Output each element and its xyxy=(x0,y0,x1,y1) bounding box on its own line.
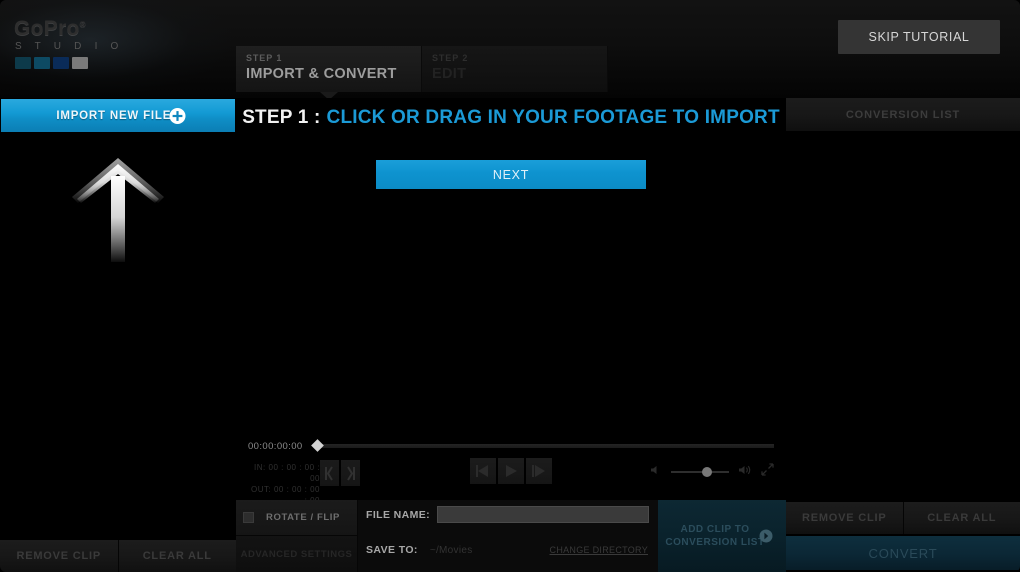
import-new-files-button[interactable]: IMPORT NEW FILES xyxy=(1,99,235,132)
arrow-right-circle-icon xyxy=(759,529,773,543)
next-button[interactable]: NEXT xyxy=(376,160,646,189)
logo-gopro-text: GoPro® xyxy=(14,17,86,40)
logo-swatch-3 xyxy=(53,57,69,69)
tab-step-1-import-convert[interactable]: STEP 1 IMPORT & CONVERT xyxy=(236,46,422,100)
clip-settings-left: ROTATE / FLIP ADVANCED SETTINGS xyxy=(236,500,358,572)
timeline-row: 00:00:00:00 xyxy=(236,434,786,458)
logo-swatch-2 xyxy=(34,57,50,69)
conversion-list-title: CONVERSION LIST xyxy=(786,98,1020,131)
playback-controls xyxy=(470,458,552,484)
change-directory-link[interactable]: CHANGE DIRECTORY xyxy=(550,545,648,555)
gopro-studio-window: GoPro® S T U D I O STEP 1 IMPORT & CONVE… xyxy=(0,0,1020,572)
file-name-label: FILE NAME: xyxy=(366,508,431,521)
logo-swatch-4 xyxy=(72,57,88,69)
media-bin-panel: IMPORT NEW FILES REMOVE CLIP CLEAR ALL xyxy=(0,98,236,572)
mark-buttons xyxy=(320,460,360,486)
video-preview-stage[interactable] xyxy=(236,98,786,433)
save-to-label: SAVE TO: xyxy=(366,544,418,556)
conversion-list-panel: CONVERSION LIST REMOVE CLIP CLEAR ALL CO… xyxy=(786,98,1020,572)
in-point-readout: IN: 00 : 00 : 00 : 00 xyxy=(254,463,320,483)
step-tabs: STEP 1 IMPORT & CONVERT STEP 2 EDIT xyxy=(236,46,608,100)
media-bin-footer: REMOVE CLIP CLEAR ALL xyxy=(0,540,236,572)
upload-arrow-icon xyxy=(63,150,173,265)
clear-all-button-right[interactable]: CLEAR ALL xyxy=(903,502,1020,534)
volume-track[interactable] xyxy=(671,471,729,473)
media-bin-dropzone[interactable] xyxy=(1,132,235,536)
remove-clip-button-left[interactable]: REMOVE CLIP xyxy=(0,540,119,572)
add-clip-line-1: ADD CLIP TO xyxy=(680,524,750,535)
logo-trademark: ® xyxy=(79,20,86,29)
play-icon[interactable] xyxy=(498,458,524,484)
top-bar: GoPro® S T U D I O STEP 1 IMPORT & CONVE… xyxy=(0,0,1020,100)
save-to-row: SAVE TO: ~/Movies CHANGE DIRECTORY xyxy=(366,544,656,556)
scrubber[interactable] xyxy=(310,439,774,453)
remove-clip-button-right[interactable]: REMOVE CLIP xyxy=(786,502,904,534)
step-back-icon[interactable] xyxy=(470,458,496,484)
playhead-handle[interactable] xyxy=(310,439,324,452)
tab-step-2-edit[interactable]: STEP 2 EDIT xyxy=(422,46,608,92)
fullscreen-icon[interactable] xyxy=(761,463,774,481)
clip-settings-fields: FILE NAME: SAVE TO: ~/Movies CHANGE DIRE… xyxy=(358,500,658,572)
advanced-settings-button[interactable]: ADVANCED SETTINGS xyxy=(236,536,358,572)
logo-studio-text: S T U D I O xyxy=(15,41,124,52)
gopro-studio-logo: GoPro® S T U D I O xyxy=(14,14,124,69)
tab-step-1-number: STEP 1 xyxy=(246,53,283,63)
volume-high-icon[interactable] xyxy=(738,463,752,481)
preview-panel: STEP 1 : CLICK OR DRAG IN YOUR FOOTAGE T… xyxy=(236,98,786,572)
tab-step-1-label: IMPORT & CONVERT xyxy=(246,66,397,82)
transport-row: IN: 00 : 00 : 00 : 00 OUT: 00 : 00 : 00 … xyxy=(236,458,786,505)
mark-out-bracket-icon[interactable] xyxy=(341,460,360,486)
tab-step-2-number: STEP 2 xyxy=(432,53,469,63)
rotate-flip-toggle[interactable]: ROTATE / FLIP xyxy=(236,500,358,536)
add-clip-line-2: CONVERSION LIST xyxy=(665,537,765,548)
tutorial-message: CLICK OR DRAG IN YOUR FOOTAGE TO IMPORT xyxy=(326,107,780,128)
add-clip-to-conversion-list-button[interactable]: ADD CLIP TO CONVERSION LIST xyxy=(658,500,786,572)
tab-step-2-label: EDIT xyxy=(432,66,467,82)
clip-settings-bar: ROTATE / FLIP ADVANCED SETTINGS FILE NAM… xyxy=(236,500,786,572)
rotate-flip-checkbox[interactable] xyxy=(243,512,254,523)
mark-in-bracket-icon[interactable] xyxy=(320,460,339,486)
volume-low-icon[interactable] xyxy=(650,463,662,481)
import-new-files-label: IMPORT NEW FILES xyxy=(56,109,180,122)
skip-tutorial-button[interactable]: SKIP TUTORIAL xyxy=(838,20,1000,54)
logo-swatches xyxy=(14,57,124,69)
conversion-list-footer: REMOVE CLIP CLEAR ALL xyxy=(786,502,1020,534)
file-name-input[interactable] xyxy=(437,506,650,523)
volume-controls xyxy=(650,463,774,481)
volume-slider[interactable] xyxy=(671,466,729,478)
step-forward-icon[interactable] xyxy=(526,458,552,484)
conversion-list-body[interactable] xyxy=(786,131,1020,502)
convert-button[interactable]: CONVERT xyxy=(786,536,1020,570)
scrubber-track[interactable] xyxy=(318,444,774,448)
file-name-row: FILE NAME: xyxy=(366,506,650,523)
rotate-flip-label: ROTATE / FLIP xyxy=(266,512,340,523)
clear-all-button-left[interactable]: CLEAR ALL xyxy=(118,540,236,572)
logo-swatch-1 xyxy=(15,57,31,69)
tutorial-step-label: STEP 1 : xyxy=(242,107,321,128)
current-timecode: 00:00:00:00 xyxy=(248,440,303,452)
save-to-path: ~/Movies xyxy=(429,544,473,556)
tutorial-banner: STEP 1 : CLICK OR DRAG IN YOUR FOOTAGE T… xyxy=(236,98,786,138)
plus-circle-icon[interactable] xyxy=(169,107,186,124)
volume-knob[interactable] xyxy=(702,467,713,477)
